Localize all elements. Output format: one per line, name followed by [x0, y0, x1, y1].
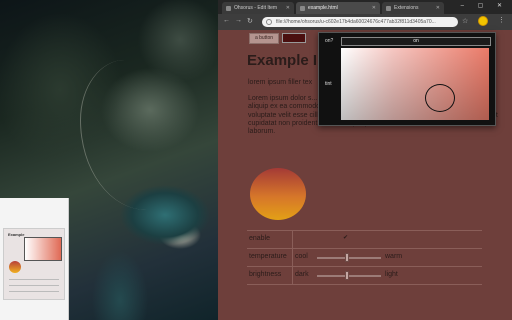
setting-row-enable: enable ✔ [247, 231, 482, 249]
browser-toolbar: ← → ↻ file:///home/ohsorus/u-c602e17b4da… [218, 14, 512, 30]
divider [292, 231, 293, 248]
tint-label: tint [325, 81, 332, 87]
slider-thumb[interactable] [345, 253, 349, 262]
thumbnail-title: Example [8, 232, 25, 237]
setting-row-brightness: brightness dark light [247, 267, 482, 285]
extension-popup: on? on tint [318, 32, 496, 126]
thumbnail-window[interactable]: Example [0, 198, 69, 320]
forward-icon[interactable]: → [235, 17, 242, 24]
slider-low-label: cool [295, 253, 308, 260]
slider-thumb[interactable] [345, 271, 349, 280]
temperature-slider[interactable] [317, 257, 381, 259]
setting-label: brightness [249, 271, 282, 278]
close-icon[interactable]: ✕ [286, 5, 290, 11]
page-icon [300, 5, 305, 11]
setting-label: temperature [249, 253, 287, 260]
back-icon[interactable]: ← [223, 17, 230, 24]
gradient-ball [250, 168, 306, 220]
page-icon [226, 5, 231, 11]
thumbnail-row [9, 279, 59, 280]
tab-label: example.html [308, 5, 338, 11]
puzzle-icon [386, 5, 391, 11]
window-controls[interactable]: – ▢ ✕ [461, 2, 508, 9]
picker-handle[interactable] [425, 84, 455, 112]
slider-high-label: warm [385, 253, 403, 260]
on-toggle-button[interactable]: on [341, 37, 491, 46]
menu-icon[interactable]: ⋮ [498, 16, 505, 24]
filler-text: lorem ipsum filler tex [248, 79, 313, 86]
slider-high-label: light [385, 271, 398, 278]
tint-color-picker[interactable] [341, 48, 489, 120]
bookmark-star-icon[interactable]: ☆ [462, 17, 468, 25]
tab-example[interactable]: example.html ✕ [296, 2, 380, 14]
reload-icon[interactable]: ↻ [247, 17, 253, 25]
thumbnail-picker [24, 237, 62, 261]
setting-label: enable [249, 235, 271, 242]
close-icon[interactable]: ✕ [372, 5, 376, 11]
on-label: on? [325, 38, 334, 44]
thumbnail-page: Example [3, 228, 65, 300]
page-button[interactable]: a button [249, 33, 279, 44]
tab-label: Ohsorus - Edit Item [234, 5, 278, 11]
url-text: file:///home/ohsorus/u-c602e17b4da600246… [276, 19, 436, 25]
setting-row-temperature: temperature cool warm [247, 249, 482, 267]
brightness-slider[interactable] [317, 275, 381, 277]
divider [292, 267, 293, 284]
tab-bar: Ohsorus - Edit Item ✕ example.html ✕ Ext… [218, 0, 512, 14]
extension-icon[interactable] [478, 16, 488, 26]
tab-edit-item[interactable]: Ohsorus - Edit Item ✕ [222, 2, 294, 14]
page-title: Example I [247, 52, 318, 69]
close-icon[interactable]: ✕ [436, 5, 440, 11]
address-bar[interactable]: file:///home/ohsorus/u-c602e17b4da600246… [262, 17, 458, 27]
divider [292, 249, 293, 266]
tab-label: Extensions [394, 5, 419, 11]
tab-extensions[interactable]: Extensions ✕ [382, 2, 444, 14]
thumbnail-row [9, 291, 59, 292]
slider-low-label: dark [295, 271, 309, 278]
settings-table: enable ✔ temperature cool warm brightnes… [247, 230, 482, 285]
wallpaper-road [80, 60, 191, 210]
color-swatch[interactable] [282, 33, 306, 43]
thumbnail-ball [9, 261, 21, 273]
enable-checkbox[interactable]: ✔ [343, 235, 349, 241]
info-icon[interactable] [266, 19, 272, 25]
thumbnail-row [9, 285, 59, 286]
